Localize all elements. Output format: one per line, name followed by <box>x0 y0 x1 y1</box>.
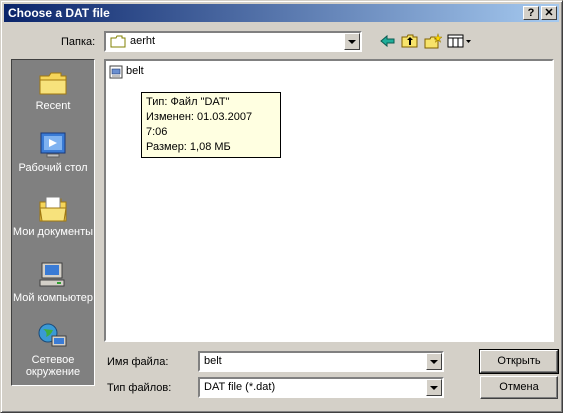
file-info-tooltip: Тип: Файл "DAT" Изменен: 01.03.2007 7:06… <box>141 92 281 158</box>
place-label: Рабочий стол <box>18 162 88 174</box>
my-computer-icon <box>39 262 65 287</box>
view-menu-icon[interactable] <box>447 33 473 49</box>
open-button[interactable]: Открыть <box>479 349 559 374</box>
title-bar[interactable]: Choose a DAT file ? ✕ <box>4 4 559 22</box>
window-title: Choose a DAT file <box>8 6 110 20</box>
tooltip-modified: Изменен: 01.03.2007 7:06 <box>146 111 253 138</box>
up-folder-icon[interactable] <box>401 33 419 49</box>
file-type-label: Тип файлов: <box>107 382 172 394</box>
my-documents-icon <box>39 196 67 222</box>
place-label: Сетевое окружение <box>25 354 81 378</box>
look-in-label: Папка: <box>61 36 96 48</box>
place-label: Мои документы <box>12 226 94 238</box>
chevron-down-icon <box>348 40 356 44</box>
close-button[interactable]: ✕ <box>541 6 557 20</box>
desktop-icon <box>40 132 66 158</box>
file-type-dropdown-button[interactable] <box>426 379 442 396</box>
place-my-computer[interactable]: Мой компьютер <box>12 260 94 304</box>
tooltip-type: Тип: Файл "DAT" <box>146 96 230 108</box>
back-icon[interactable] <box>379 33 397 49</box>
file-name: belt <box>126 65 144 77</box>
open-file-dialog: Choose a DAT file ? ✕ Папка: aerht Recen… <box>0 0 563 413</box>
file-name-label: Имя файла: <box>107 356 169 368</box>
place-label: Recent <box>35 100 71 112</box>
look-in-value: aerht <box>130 35 156 47</box>
look-in-combo[interactable]: aerht <box>104 31 362 52</box>
place-desktop[interactable]: Рабочий стол <box>12 130 94 174</box>
place-label: Мой компьютер <box>12 292 94 304</box>
look-in-dropdown-button[interactable] <box>344 33 360 50</box>
file-type-value: DAT file (*.dat) <box>204 381 276 393</box>
chevron-down-icon <box>430 386 438 390</box>
file-name-dropdown-button[interactable] <box>426 353 442 370</box>
tooltip-size: Размер: 1,08 МБ <box>146 141 231 153</box>
file-name-input[interactable]: belt <box>198 351 444 372</box>
file-name-value: belt <box>204 355 222 367</box>
chevron-down-icon <box>430 360 438 364</box>
network-icon <box>38 323 67 347</box>
file-type-select[interactable]: DAT file (*.dat) <box>198 377 444 398</box>
place-my-documents[interactable]: Мои документы <box>12 194 94 238</box>
dat-file-icon <box>109 65 123 79</box>
cancel-button[interactable]: Отмена <box>480 376 558 399</box>
place-network[interactable]: Сетевое окружение <box>12 322 94 378</box>
new-folder-icon[interactable] <box>424 33 442 49</box>
place-recent[interactable]: Recent <box>12 68 94 112</box>
places-bar: Recent Рабочий стол Мои документы Мой ко… <box>11 59 95 386</box>
recent-icon <box>39 72 67 95</box>
help-button[interactable]: ? <box>523 6 539 20</box>
file-list[interactable]: belt Тип: Файл "DAT" Изменен: 01.03.2007… <box>104 59 554 342</box>
folder-icon <box>110 35 126 48</box>
